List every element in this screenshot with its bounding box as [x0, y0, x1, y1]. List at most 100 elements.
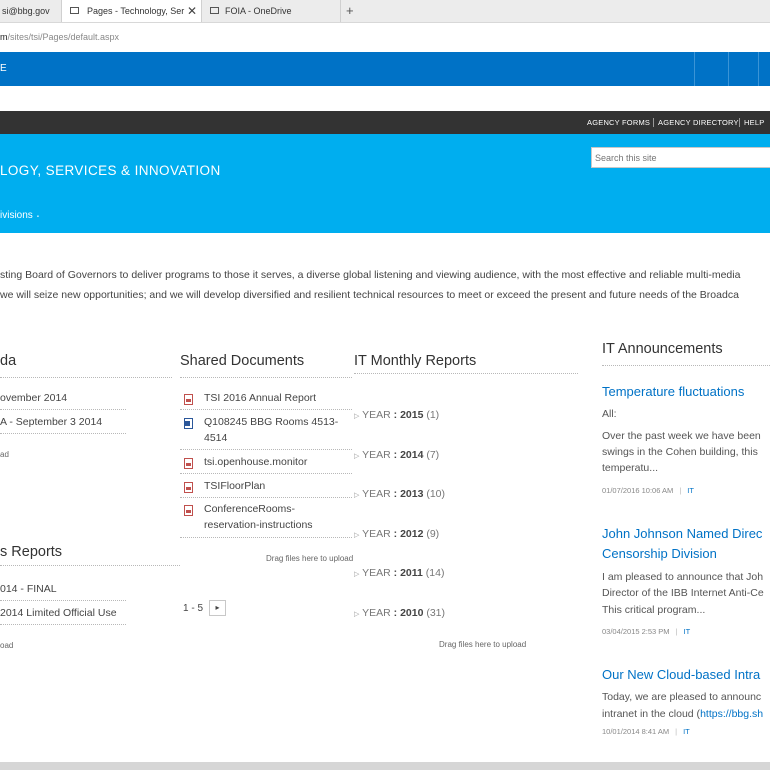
monthly-reports-heading[interactable]: IT Monthly Reports	[354, 353, 476, 369]
announcement-title-cont[interactable]: Censorship Division	[602, 546, 717, 561]
agency-forms-link[interactable]: AGENCY FORMS	[587, 111, 650, 134]
browser-tab[interactable]: FOIA - OneDrive	[203, 0, 341, 22]
expand-icon: ▷	[354, 611, 360, 618]
help-link[interactable]: HELP	[744, 111, 764, 134]
year-group[interactable]: ▷ YEAR : 2012 (9)	[354, 528, 439, 540]
announcement-title[interactable]: Our New Cloud-based Intra	[602, 667, 760, 682]
browser-tab-active[interactable]: Pages - Technology, Ser ✕	[61, 0, 202, 22]
announcement-body-text: intranet in the cloud (	[602, 708, 701, 720]
announcement-body: Director of the IBB Internet Anti-Ce	[602, 587, 764, 599]
url-host: m	[0, 32, 8, 42]
top-nav-bar: AGENCY FORMS AGENCY DIRECTORY HELP	[0, 111, 770, 134]
year-value: 2014	[400, 449, 424, 461]
announcement-title[interactable]: John Johnson Named Direc	[602, 526, 762, 541]
search-input[interactable]	[591, 147, 770, 168]
expand-icon: ▷	[354, 571, 360, 578]
year-count: (7)	[426, 449, 440, 461]
shared-documents-heading[interactable]: Shared Documents	[180, 353, 304, 369]
announcement-date: 03/04/2015 2:53 PM	[602, 627, 670, 636]
suite-bar-title[interactable]: E	[0, 63, 7, 74]
year-value: 2012	[400, 528, 424, 540]
drag-upload-text[interactable]: oad	[0, 641, 13, 650]
drag-upload-text[interactable]: Drag files here to upload	[439, 640, 526, 649]
year-group[interactable]: ▷ YEAR : 2015 (1)	[354, 409, 439, 421]
word-icon	[184, 418, 193, 429]
year-value: 2015	[400, 409, 424, 421]
browser-tab-bar: si@bbg.gov Pages - Technology, Ser ✕ FOI…	[0, 0, 770, 23]
year-label: YEAR	[362, 567, 391, 579]
expand-icon: ▷	[354, 453, 360, 460]
list-item[interactable]: 014 - FINAL	[0, 583, 57, 595]
browser-tab[interactable]: si@bbg.gov	[0, 0, 60, 22]
divider	[0, 565, 180, 566]
divider	[653, 118, 654, 127]
year-group[interactable]: ▷ YEAR : 2010 (31)	[354, 607, 445, 619]
suite-bar-button[interactable]	[758, 52, 770, 86]
year-count: (10)	[426, 488, 446, 500]
list-item[interactable]: 2014 Limited Official Use	[0, 607, 117, 619]
suite-bar-button[interactable]	[728, 52, 759, 86]
drag-upload-text[interactable]: ad	[0, 450, 9, 459]
nav-item-label: ivisions	[0, 210, 33, 221]
url-text: m/sites/tsi/Pages/default.aspx	[0, 23, 119, 52]
year-count: (14)	[425, 567, 445, 579]
divider	[0, 433, 126, 434]
address-bar[interactable]: m/sites/tsi/Pages/default.aspx	[0, 23, 770, 52]
pdf-icon	[184, 394, 193, 405]
pager-range: 1 - 5	[183, 603, 204, 614]
close-tab-icon[interactable]: ✕	[187, 0, 197, 22]
agenda-heading[interactable]: da	[0, 353, 16, 369]
announcement-tag[interactable]: IT	[683, 727, 690, 736]
announcement-tag[interactable]: IT	[687, 486, 694, 495]
divider	[180, 409, 352, 410]
announcement-title[interactable]: Temperature fluctuations	[602, 384, 744, 399]
status-reports-heading[interactable]: s Reports	[0, 544, 62, 560]
nav-item-divisions[interactable]: ivisions ▪	[0, 210, 39, 221]
year-group[interactable]: ▷ YEAR : 2014 (7)	[354, 449, 439, 461]
suite-bar-button[interactable]	[694, 52, 729, 86]
footer-bar	[0, 762, 770, 770]
divider	[0, 409, 126, 410]
suite-bar: E	[0, 52, 770, 86]
tab-label: FOIA - OneDrive	[225, 6, 292, 16]
divider	[739, 118, 740, 127]
year-group[interactable]: ▷ YEAR : 2011 (14)	[354, 567, 444, 579]
page-icon	[210, 7, 219, 14]
announcement-body: All:	[602, 408, 617, 420]
announcement-date: 10/01/2014 8:41 AM	[602, 727, 670, 736]
list-item[interactable]: ovember 2014	[0, 392, 67, 404]
agency-directory-link[interactable]: AGENCY DIRECTORY	[658, 111, 739, 134]
site-description-line: sting Board of Governors to deliver prog…	[0, 269, 741, 281]
divider	[180, 449, 352, 450]
divider	[602, 365, 770, 366]
new-tab-button[interactable]: +	[346, 3, 354, 18]
announcement-body: Today, we are pleased to announc	[602, 691, 762, 703]
year-label: YEAR	[362, 488, 391, 500]
announcement-link[interactable]: https://bbg.sh	[700, 708, 763, 720]
divider	[0, 377, 172, 378]
document-link[interactable]: tsi.openhouse.monitor	[204, 456, 307, 468]
dropdown-icon: ▪	[36, 214, 39, 220]
announcements-heading[interactable]: IT Announcements	[602, 341, 723, 357]
document-link[interactable]: ConferenceRooms-	[204, 503, 295, 515]
document-link-cont[interactable]: reservation-instructions	[204, 519, 313, 531]
announcement-body: intranet in the cloud (https://bbg.sh	[602, 708, 763, 720]
year-label: YEAR	[362, 528, 391, 540]
document-link-cont[interactable]: 4514	[204, 432, 227, 444]
tab-label: si@bbg.gov	[2, 6, 50, 16]
pdf-icon	[184, 482, 193, 493]
year-label: YEAR	[362, 409, 391, 421]
divider	[180, 377, 352, 378]
drag-upload-text[interactable]: Drag files here to upload	[266, 554, 353, 563]
document-link[interactable]: TSI 2016 Annual Report	[204, 392, 316, 404]
divider	[0, 600, 126, 601]
year-group[interactable]: ▷ YEAR : 2013 (10)	[354, 488, 445, 500]
site-title[interactable]: LOGY, SERVICES & INNOVATION	[0, 163, 221, 178]
list-item[interactable]: A - September 3 2014	[0, 416, 102, 428]
next-page-button[interactable]: ▸	[209, 600, 226, 616]
announcement-tag[interactable]: IT	[684, 627, 691, 636]
pdf-icon	[184, 458, 193, 469]
document-link[interactable]: Q108245 BBG Rooms 4513-	[204, 416, 338, 428]
divider	[180, 497, 352, 498]
document-link[interactable]: TSIFloorPlan	[204, 480, 265, 492]
